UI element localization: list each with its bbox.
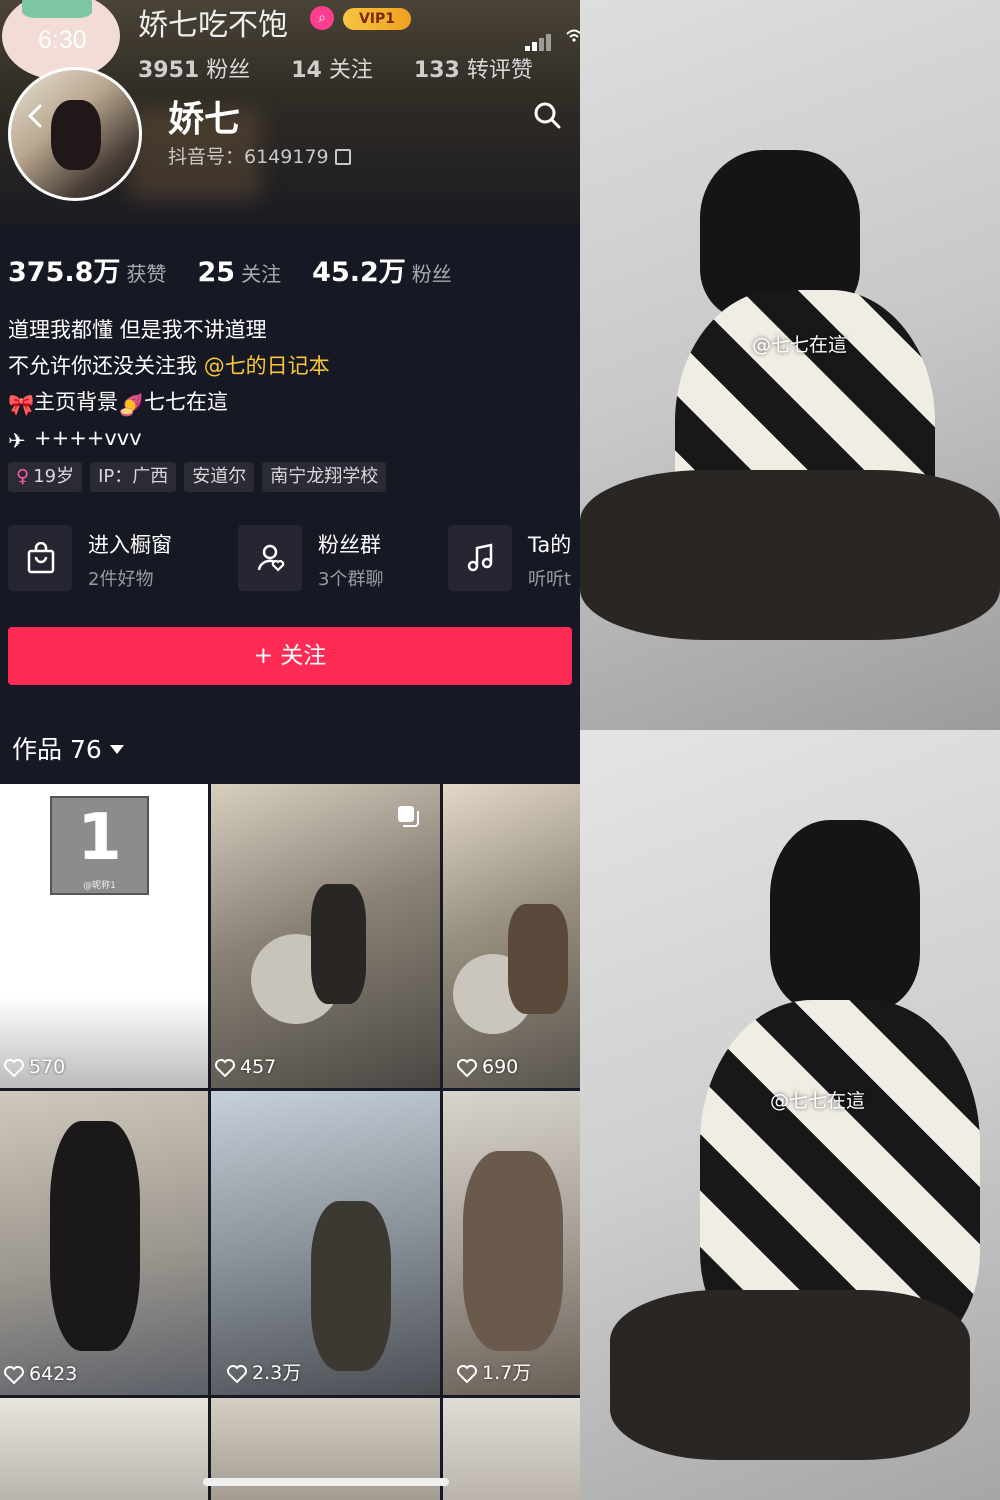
avatar-face xyxy=(51,100,101,170)
bio: 道理我都懂 但是我不讲道理 不允许你还没关注我 @七的日记本 🎀主页背景🍠七七在… xyxy=(8,312,330,456)
overlay-stats: 3951 粉丝 14 关注 133 转评赞 xyxy=(138,52,567,84)
sticker-hat xyxy=(22,0,92,18)
photo-figure-legs xyxy=(610,1290,970,1460)
thumb-figure xyxy=(50,1121,140,1351)
stat-followers[interactable]: 45.2万 粉丝 xyxy=(312,250,452,289)
profile-stats: 375.8万 获赞 25 关注 45.2万 粉丝 xyxy=(8,250,478,289)
grid-item[interactable] xyxy=(0,1398,208,1500)
profile-name: 娇七 xyxy=(168,99,241,140)
tag-school[interactable]: 南宁龙翔学校 xyxy=(262,462,387,492)
bio-line: 不允许你还没关注我 @七的日记本 xyxy=(8,354,330,378)
mention-link[interactable]: @七的日记本 xyxy=(204,354,330,378)
search-icon[interactable] xyxy=(532,100,562,130)
heart-icon xyxy=(4,1366,24,1385)
profile-header: 6:30 娇七吃不饱 ⌕ VIP1 3951 粉丝 14 关注 133 转评赞 … xyxy=(0,0,580,225)
thumb-figure xyxy=(311,884,366,1004)
grid-item[interactable]: 690 xyxy=(443,784,580,1088)
wifi-icon xyxy=(566,29,580,42)
multi-image-icon xyxy=(398,806,419,827)
follow-button[interactable]: + 关注 xyxy=(8,627,572,685)
search-badge-icon: ⌕ xyxy=(310,6,334,30)
heart-icon xyxy=(457,1059,477,1078)
background-photos: @七七在這 @七七在這 xyxy=(580,0,1000,1500)
bio-line: 🎀主页背景🍠七七在這 xyxy=(8,384,330,420)
background-photo: @七七在這 xyxy=(580,730,1000,1500)
airplane-icon: ✈ xyxy=(8,429,26,453)
overlay-stat: 3951 粉丝 xyxy=(138,58,251,83)
thumb-figure xyxy=(311,1201,391,1371)
music-note-icon xyxy=(448,525,512,591)
heart-icon xyxy=(4,1059,24,1078)
caret-down-icon xyxy=(109,745,124,754)
grid-item[interactable]: 457 xyxy=(211,784,440,1088)
works-tab[interactable]: 作品 76 xyxy=(12,730,124,766)
female-icon: ♀ xyxy=(16,466,30,487)
photo-figure-head xyxy=(770,820,920,1010)
home-indicator[interactable] xyxy=(203,1478,449,1486)
copy-icon[interactable] xyxy=(334,149,351,165)
watermark-text: @七七在這 xyxy=(770,1090,866,1112)
back-arrow-icon[interactable] xyxy=(22,102,50,130)
sweet-potato-icon: 🍠 xyxy=(118,393,145,417)
photo-figure-legs xyxy=(580,470,1000,640)
thumb-figure xyxy=(508,904,568,1014)
tag-age: ♀ 19岁 xyxy=(8,462,83,492)
overlay-nickname: 娇七吃不饱 xyxy=(138,8,288,43)
overlay-stat: 14 关注 xyxy=(291,58,373,83)
heart-icon xyxy=(215,1059,235,1078)
profile-tags: ♀ 19岁 IP：广西 安道尔 南宁龙翔学校 xyxy=(8,462,394,492)
stat-following[interactable]: 25 关注 xyxy=(198,257,282,288)
tag-ip: IP：广西 xyxy=(90,462,177,492)
douyin-id[interactable]: 抖音号：6149179 xyxy=(168,142,351,169)
stat-likes[interactable]: 375.8万 获赞 xyxy=(8,250,166,289)
avatar[interactable] xyxy=(8,67,142,201)
signal-icon xyxy=(525,32,553,51)
like-count: 1.7万 xyxy=(457,1358,531,1385)
fan-group-icon xyxy=(238,525,302,591)
tag-location: 安道尔 xyxy=(184,462,255,492)
grid-item[interactable] xyxy=(443,1398,580,1500)
thumb-figure xyxy=(463,1151,563,1351)
status-time: 6:30 xyxy=(38,26,87,54)
background-photo: @七七在這 xyxy=(580,0,1000,730)
action-row: 进入橱窗 2件好物 粉丝群 3个群聊 Ta的 听听t xyxy=(8,525,580,595)
bio-line: ✈ ++++vvv xyxy=(8,420,330,456)
overlay-stat: 133 转评赞 xyxy=(413,58,533,83)
shopping-bag-icon xyxy=(8,525,72,591)
heart-icon xyxy=(457,1365,477,1384)
works-grid: 1 @昵称1 570 457 690 6423 2.3万 1.7万 xyxy=(0,784,580,1500)
like-count: 6423 xyxy=(4,1363,77,1385)
heart-icon xyxy=(227,1365,247,1384)
bio-line: 道理我都懂 但是我不讲道理 xyxy=(8,318,267,342)
grid-item[interactable]: 2.3万 xyxy=(211,1091,440,1395)
like-count: 690 xyxy=(457,1056,518,1078)
like-count: 570 xyxy=(4,1056,65,1078)
like-count: 2.3万 xyxy=(227,1358,301,1385)
ribbon-icon: 🎀 xyxy=(8,393,35,417)
watermark-text: @七七在這 xyxy=(752,334,848,356)
like-count: 457 xyxy=(215,1056,276,1078)
vip-badge: VIP1 xyxy=(343,8,411,30)
profile-screen: 6:30 娇七吃不饱 ⌕ VIP1 3951 粉丝 14 关注 133 转评赞 … xyxy=(0,0,580,1500)
placeholder-thumbnail: 1 @昵称1 xyxy=(50,796,149,895)
grid-item[interactable]: 6423 xyxy=(0,1091,208,1395)
grid-item[interactable]: 1.7万 xyxy=(443,1091,580,1395)
grid-item[interactable]: 1 @昵称1 570 xyxy=(0,784,208,1088)
